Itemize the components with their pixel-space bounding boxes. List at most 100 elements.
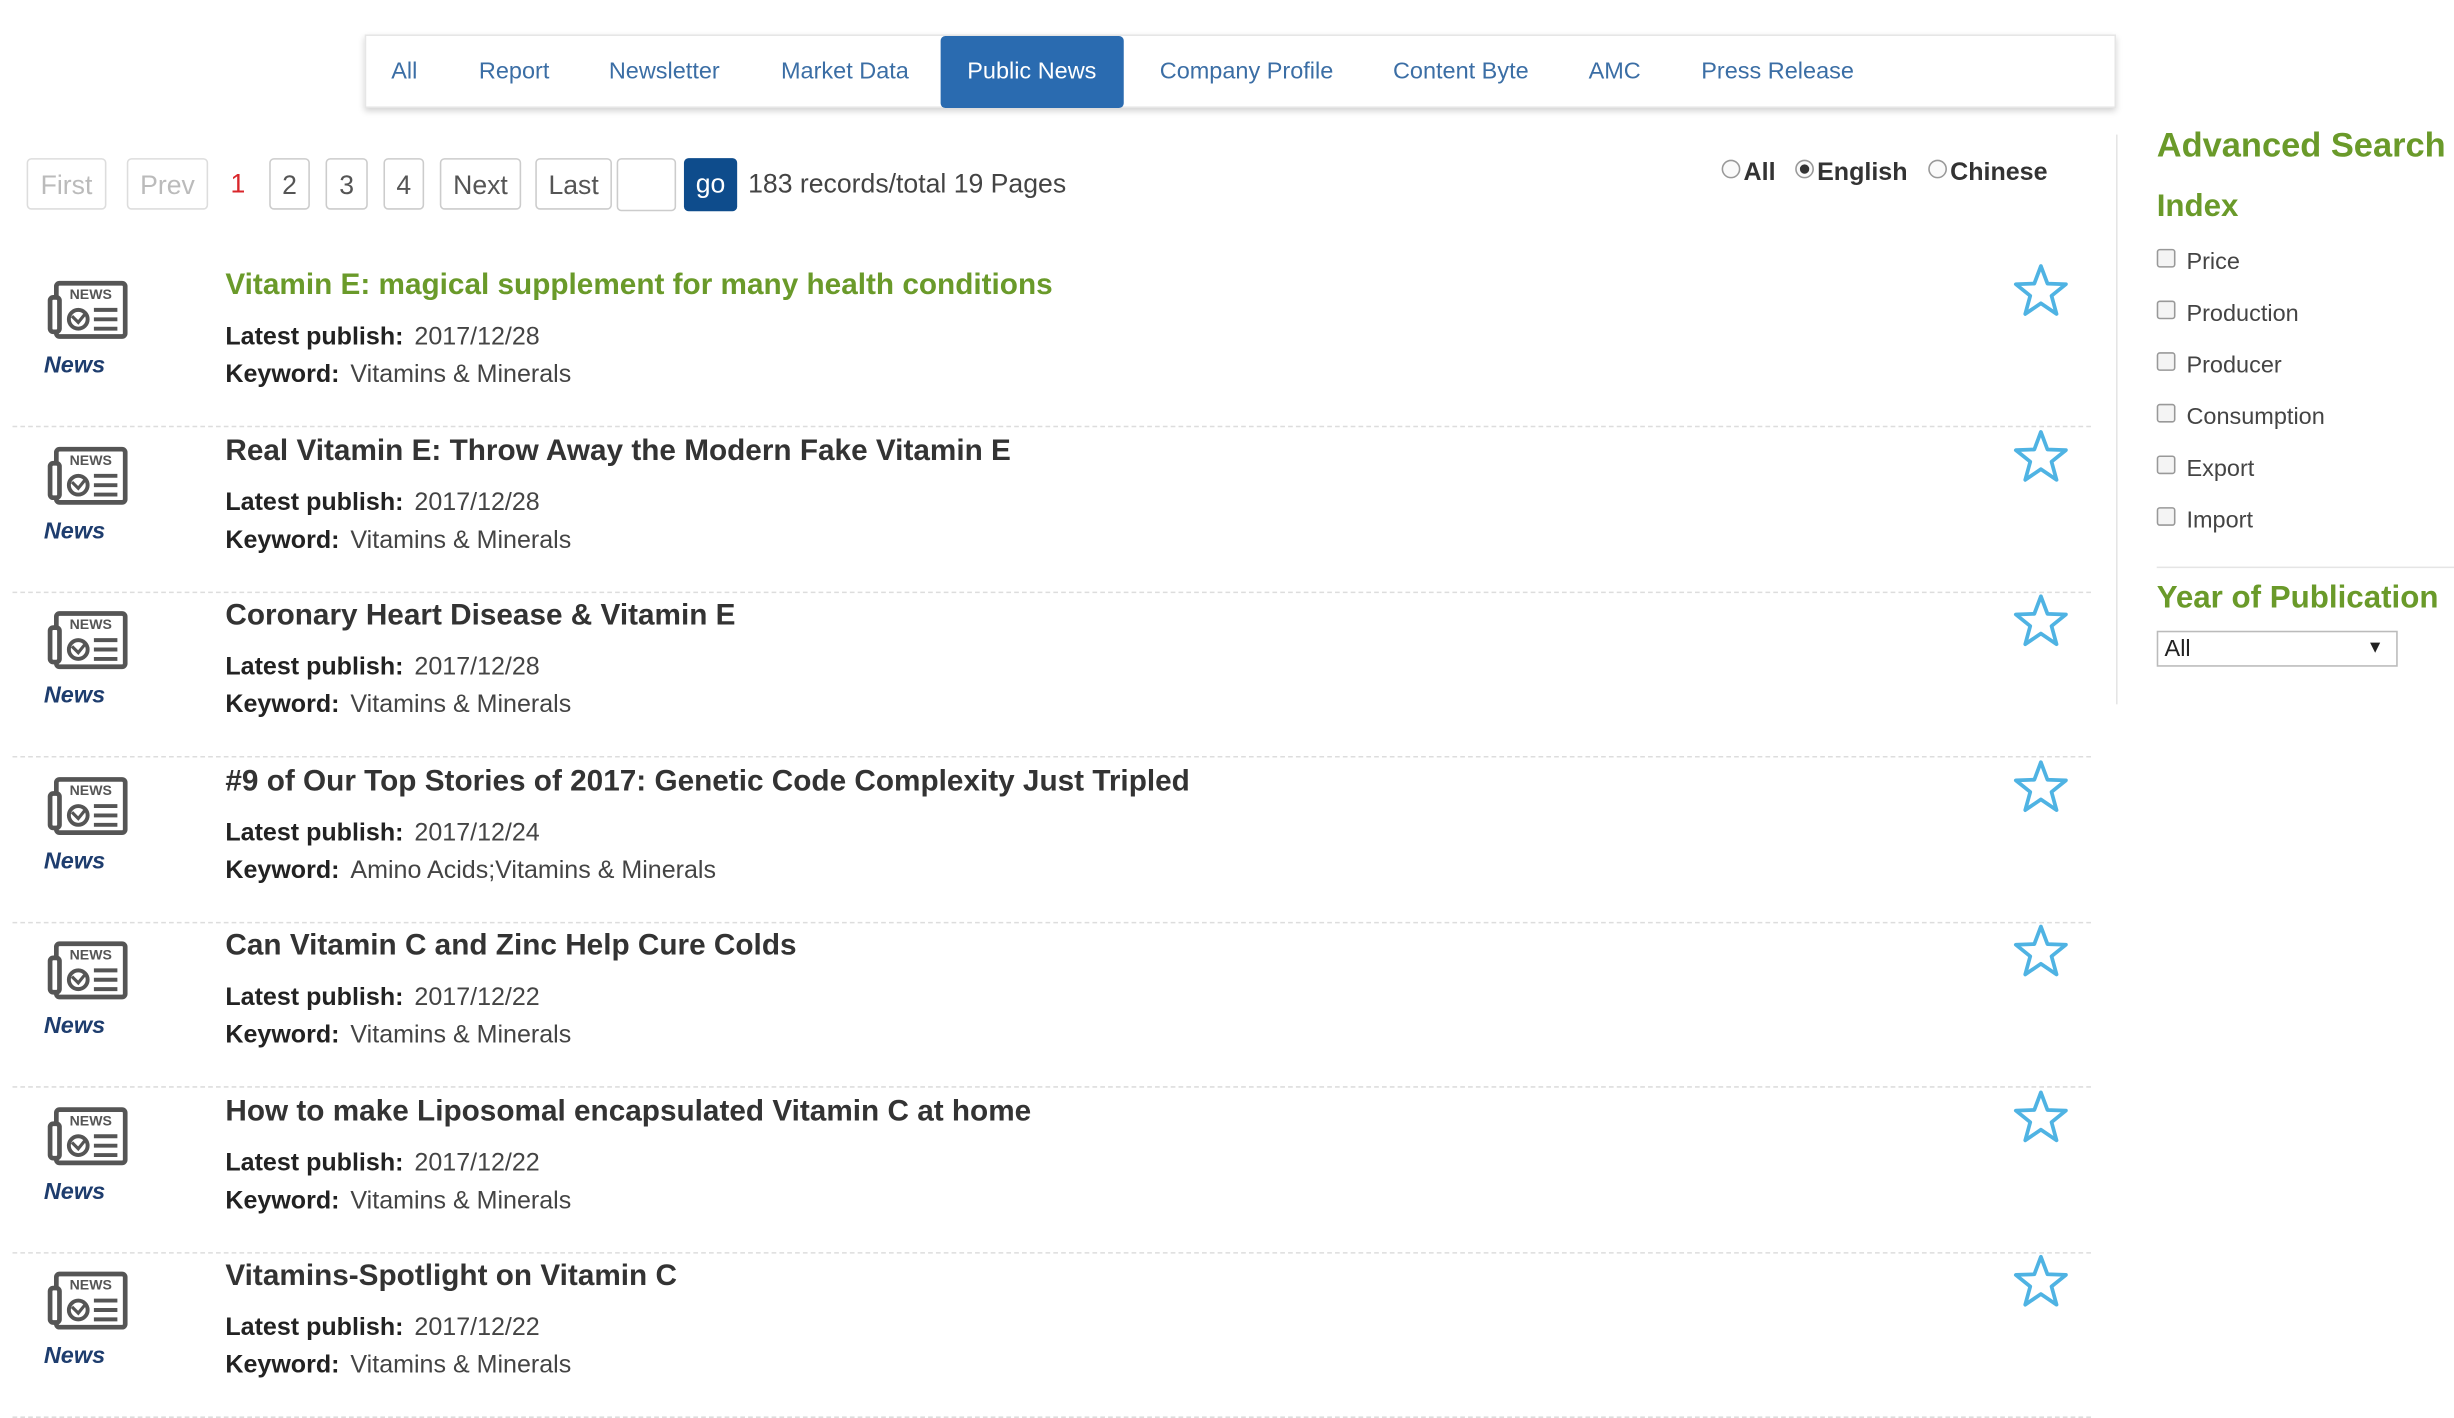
favorite-star-icon[interactable] — [2013, 923, 2069, 979]
lang-option-english[interactable]: English — [1795, 159, 1908, 188]
keyword-value: Vitamins & Minerals — [350, 1352, 572, 1379]
svg-text:NEWS: NEWS — [70, 946, 112, 962]
publish-label: Latest publish: — [225, 1149, 404, 1177]
tab-amc[interactable]: AMC — [1589, 36, 1641, 108]
keyword-row: Keyword: Vitamins & Minerals — [225, 692, 571, 720]
item-separator — [12, 425, 2091, 428]
index-option-producer[interactable]: Producer — [2156, 352, 2282, 379]
checkbox[interactable] — [2156, 455, 2176, 475]
index-option-export[interactable]: Export — [2156, 455, 2254, 482]
next-page-button[interactable]: Next — [439, 158, 522, 210]
prev-page-button[interactable]: Prev — [126, 158, 209, 210]
last-page-button[interactable]: Last — [535, 158, 612, 210]
page-number-input[interactable] — [616, 158, 677, 212]
publish-date-row: Latest publish: 2017/12/28 — [225, 654, 539, 682]
tab-newsletter[interactable]: Newsletter — [609, 36, 720, 108]
checkbox[interactable] — [2156, 507, 2176, 526]
news-title-link[interactable]: How to make Liposomal encapsulated Vitam… — [225, 1095, 1031, 1129]
tab-press-release[interactable]: Press Release — [1701, 36, 1854, 108]
publish-date: 2017/12/28 — [414, 654, 540, 681]
publish-label: Latest publish: — [225, 819, 404, 846]
keyword-label: Keyword: — [225, 1187, 340, 1214]
news-type-label: News — [43, 1012, 106, 1040]
publish-label: Latest publish: — [225, 654, 404, 681]
tab-all[interactable]: All — [391, 36, 417, 108]
newspaper-icon: NEWS — [47, 1104, 132, 1167]
newspaper-icon: NEWS — [47, 279, 132, 342]
svg-text:NEWS: NEWS — [70, 781, 112, 797]
favorite-star-icon[interactable] — [2013, 758, 2069, 814]
lang-chinese-label: Chinese — [1950, 159, 2048, 187]
favorite-star-icon[interactable] — [2013, 428, 2069, 484]
page-2-button[interactable]: 2 — [269, 158, 310, 210]
checkbox[interactable] — [2156, 300, 2176, 320]
page-3-button[interactable]: 3 — [325, 158, 368, 210]
news-title-link[interactable]: #9 of Our Top Stories of 2017: Genetic C… — [225, 765, 1189, 799]
year-select[interactable]: All ▼ — [2156, 630, 2398, 667]
keyword-label: Keyword: — [225, 526, 340, 554]
news-title-link[interactable]: Vitamins-Spotlight on Vitamin C — [225, 1260, 677, 1294]
radio-english[interactable] — [1795, 159, 1814, 179]
index-option-label: Production — [2186, 300, 2299, 328]
page-4-button[interactable]: 4 — [383, 158, 425, 210]
index-option-production[interactable]: Production — [2156, 300, 2299, 328]
publish-date: 2017/12/22 — [414, 984, 540, 1012]
publish-label: Latest publish: — [225, 1314, 404, 1342]
news-title-link[interactable]: Vitamin E: magical supplement for many h… — [225, 269, 1052, 303]
tab-company-profile[interactable]: Company Profile — [1160, 36, 1334, 108]
tab-content-byte[interactable]: Content Byte — [1393, 36, 1529, 108]
news-list-item: NEWS News Coronary Heart Disease & Vitamin… — [12, 593, 2091, 758]
tab-report[interactable]: Report — [479, 36, 549, 108]
index-option-consumption[interactable]: Consumption — [2156, 403, 2325, 430]
svg-text:NEWS: NEWS — [70, 286, 112, 302]
lang-option-chinese[interactable]: Chinese — [1928, 159, 2048, 188]
news-list-item: NEWS News Vitamin E: magical supplement fo… — [12, 263, 2091, 428]
tab-market-data[interactable]: Market Data — [781, 36, 909, 108]
chevron-down-icon: ▼ — [2366, 638, 2384, 658]
index-heading: Index — [2156, 189, 2239, 224]
newspaper-icon: NEWS — [47, 774, 132, 837]
publish-date-row: Latest publish: 2017/12/22 — [225, 1150, 539, 1178]
news-title-link[interactable]: Real Vitamin E: Throw Away the Modern Fa… — [225, 434, 1010, 468]
radio-all[interactable] — [1721, 159, 1741, 179]
publish-date-row: Latest publish: 2017/12/28 — [225, 489, 539, 517]
publish-label: Latest publish: — [225, 489, 404, 516]
publish-date: 2017/12/22 — [414, 1149, 540, 1177]
item-separator — [12, 1251, 2091, 1253]
news-type-label: News — [43, 517, 106, 544]
publish-date-row: Latest publish: 2017/12/28 — [225, 324, 539, 352]
index-option-import[interactable]: Import — [2156, 507, 2253, 534]
favorite-star-icon[interactable] — [2013, 1089, 2069, 1145]
news-type-label: News — [43, 1177, 106, 1205]
news-title-link[interactable]: Coronary Heart Disease & Vitamin E — [225, 599, 735, 633]
news-list-item: NEWS News Real Vitamin E: Throw Away the M… — [12, 428, 2091, 593]
lang-option-all[interactable]: All — [1721, 159, 1776, 188]
publish-date: 2017/12/28 — [414, 323, 540, 351]
news-list-item: NEWS News #9 of Our Top Stories of 2017: G… — [12, 758, 2091, 923]
index-option-price[interactable]: Price — [2156, 248, 2240, 276]
go-button[interactable]: go — [683, 158, 738, 212]
favorite-star-icon[interactable] — [2013, 1254, 2069, 1310]
index-option-label: Price — [2186, 248, 2240, 276]
first-page-button[interactable]: First — [26, 158, 107, 210]
newspaper-icon: NEWS — [47, 444, 132, 507]
publish-date-row: Latest publish: 2017/12/22 — [225, 984, 539, 1012]
svg-text:NEWS: NEWS — [70, 451, 112, 467]
keyword-value: Vitamins & Minerals — [350, 526, 572, 554]
publish-date: 2017/12/22 — [414, 1314, 540, 1342]
favorite-star-icon[interactable] — [2013, 263, 2069, 319]
svg-text:NEWS: NEWS — [70, 1277, 112, 1293]
checkbox[interactable] — [2156, 248, 2176, 268]
page-1-current: 1 — [230, 169, 246, 199]
news-title-link[interactable]: Can Vitamin C and Zinc Help Cure Colds — [225, 930, 796, 964]
item-separator — [12, 755, 2091, 758]
year-heading: Year of Publication — [2156, 580, 2439, 616]
checkbox[interactable] — [2156, 403, 2176, 423]
radio-chinese[interactable] — [1928, 159, 1947, 179]
keyword-label: Keyword: — [225, 1022, 340, 1049]
checkbox[interactable] — [2156, 352, 2176, 371]
keyword-value: Vitamins & Minerals — [350, 1022, 572, 1049]
tab-public-news[interactable]: Public News — [940, 35, 1124, 108]
favorite-star-icon[interactable] — [2013, 593, 2069, 649]
newspaper-icon: NEWS — [47, 939, 132, 1002]
